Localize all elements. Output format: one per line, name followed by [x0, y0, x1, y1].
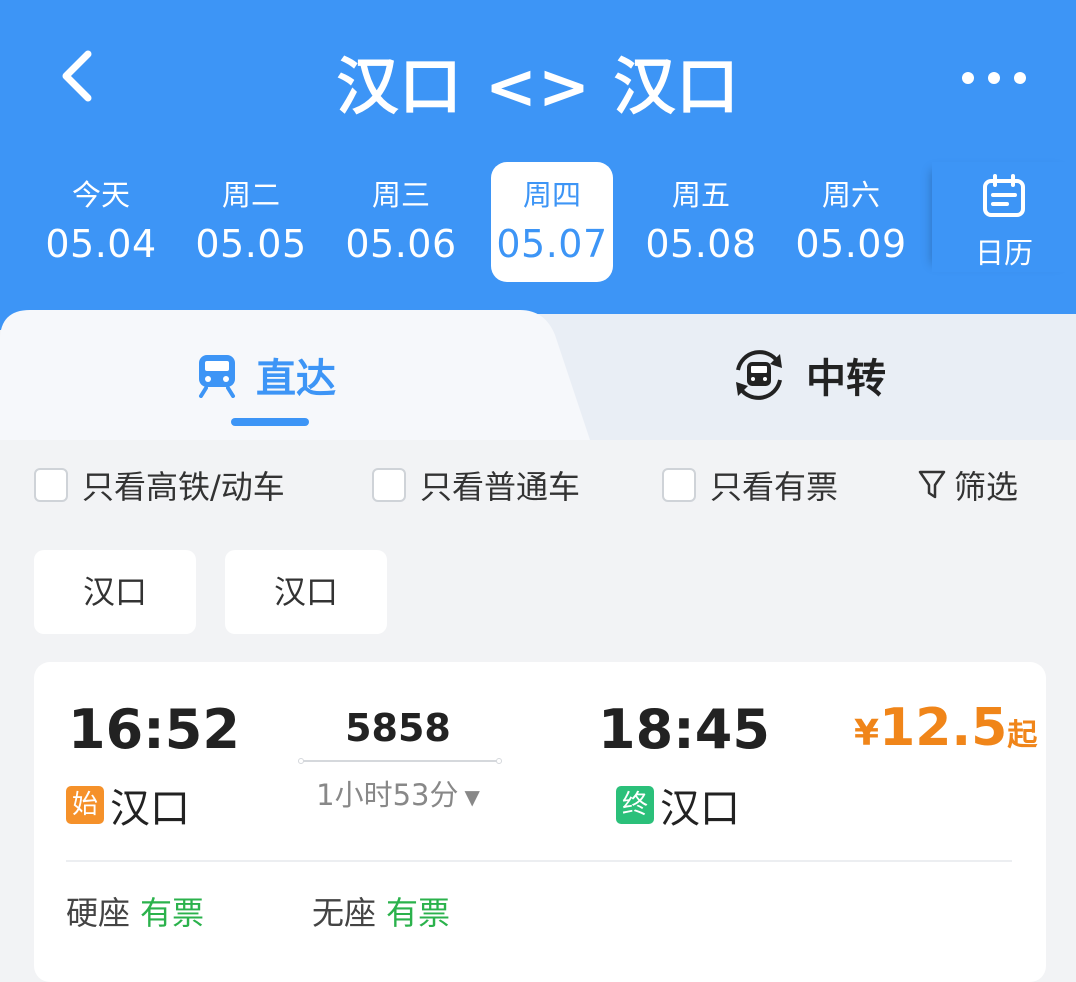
depart-station: 始 汉口: [66, 776, 190, 834]
page-title: 汉口 <> 汉口: [336, 50, 740, 123]
depart-time: 16:52: [68, 698, 240, 761]
start-badge: 始: [66, 786, 104, 824]
arrive-time: 18:45: [598, 698, 770, 761]
date-value: 05.09: [795, 222, 907, 266]
train-number: 5858: [345, 706, 451, 750]
tab-transfer[interactable]: 中转: [730, 330, 886, 420]
date-value: 05.05: [195, 222, 307, 266]
date-item[interactable]: 周五 05.08: [640, 162, 762, 282]
date-value: 05.04: [45, 222, 157, 266]
filter-label: 只看高铁/动车: [82, 468, 285, 506]
seat-type: 无座: [312, 894, 377, 932]
filter-label: 只看普通车: [420, 468, 581, 506]
date-weekday: 周四: [522, 178, 581, 212]
price-value: 12.5: [879, 698, 1008, 758]
date-item[interactable]: 今天 05.04: [40, 162, 162, 282]
funnel-icon: [918, 470, 946, 499]
checkbox[interactable]: [662, 468, 696, 502]
filter-button[interactable]: 筛选: [918, 462, 1018, 508]
filter-high-speed-checkbox[interactable]: 只看高铁/动车: [34, 462, 285, 508]
filter-label: 只看有票: [710, 468, 839, 506]
date-item[interactable]: 周三 05.06: [340, 162, 462, 282]
calendar-button[interactable]: 日历: [932, 162, 1076, 272]
date-weekday: 周六: [821, 178, 880, 212]
tab-background-active: [0, 310, 590, 440]
price-currency: ¥: [854, 713, 880, 754]
train-route-line: [298, 758, 502, 764]
train-card[interactable]: 16:52 5858 1小时53分 ▼ 18:45 ¥12.5起 始 汉口 终 汉…: [34, 662, 1046, 982]
date-value: 05.08: [645, 222, 757, 266]
seat-status: 有票: [140, 894, 205, 932]
date-weekday: 周三: [371, 178, 430, 212]
seat-type: 硬座: [66, 894, 131, 932]
more-dots-icon: [962, 72, 1026, 84]
end-badge: 终: [616, 786, 654, 824]
checkbox[interactable]: [372, 468, 406, 502]
calendar-icon: [983, 174, 1025, 217]
header-bar: 汉口 <> 汉口 今天 05.04 周二 05.05 周三 05.06 周四 0…: [0, 0, 1076, 330]
date-value: 05.07: [496, 222, 608, 266]
filter-available-checkbox[interactable]: 只看有票: [662, 462, 838, 508]
filter-bar: 只看高铁/动车 只看普通车 只看有票 筛选: [0, 462, 1076, 522]
transfer-train-icon: [736, 350, 782, 400]
seat-availability: 无座 有票: [312, 888, 450, 934]
arrive-station-name: 汉口: [660, 786, 740, 832]
duration-text: 1小时53分: [316, 778, 459, 812]
station-chip[interactable]: 汉口: [225, 550, 387, 634]
date-value: 05.06: [345, 222, 457, 266]
divider: [66, 860, 1012, 862]
date-selector: 今天 05.04 周二 05.05 周三 05.06 周四 05.07 周五 0…: [26, 162, 926, 282]
more-button[interactable]: [950, 50, 1040, 106]
date-weekday: 今天: [71, 178, 130, 212]
seat-status: 有票: [386, 894, 451, 932]
caret-down-icon: ▼: [464, 785, 480, 809]
calendar-label: 日历: [974, 236, 1033, 270]
filter-normal-checkbox[interactable]: 只看普通车: [372, 462, 580, 508]
tab-transfer-label: 中转: [806, 356, 886, 402]
date-item-selected[interactable]: 周四 05.07: [491, 162, 613, 282]
date-item[interactable]: 周六 05.09: [790, 162, 912, 282]
train-icon: [199, 355, 235, 398]
station-chip[interactable]: 汉口: [34, 550, 196, 634]
date-item[interactable]: 周二 05.05: [190, 162, 312, 282]
depart-station-name: 汉口: [110, 786, 190, 832]
date-weekday: 周二: [221, 178, 280, 212]
tab-bar: 直达 中转: [0, 310, 1076, 440]
active-tab-indicator: [231, 418, 309, 426]
arrive-station: 终 汉口: [616, 776, 740, 834]
tab-direct[interactable]: 直达: [196, 330, 336, 420]
tab-direct-label: 直达: [256, 356, 336, 402]
date-weekday: 周五: [671, 178, 730, 212]
price: ¥12.5起: [854, 698, 1037, 758]
price-suffix: 起: [1007, 718, 1038, 753]
train-duration[interactable]: 1小时53分 ▼: [298, 772, 498, 814]
seat-availability: 硬座 有票: [66, 888, 204, 934]
filter-button-label: 筛选: [954, 468, 1019, 506]
checkbox[interactable]: [34, 468, 68, 502]
